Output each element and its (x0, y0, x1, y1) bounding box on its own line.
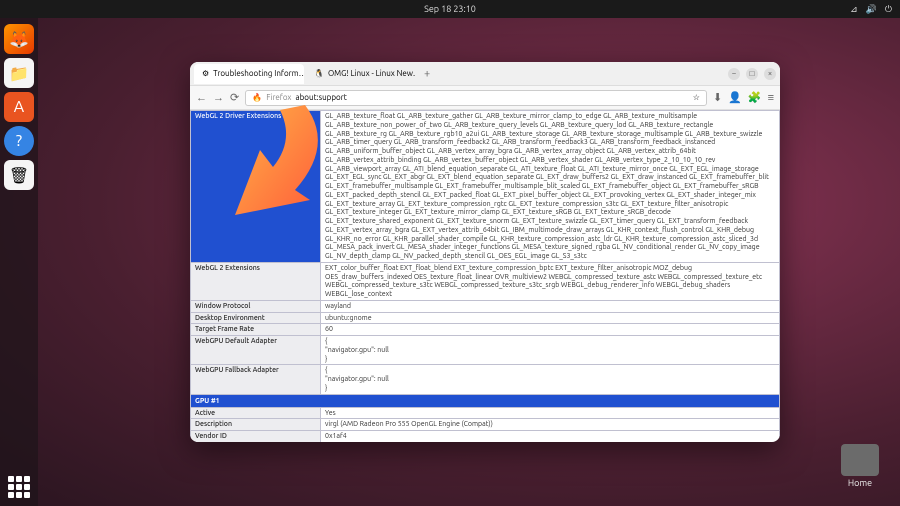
table-row: GPU #1 (191, 394, 780, 407)
row-label: Vendor ID (191, 431, 321, 443)
table-row: WebGL 2 ExtensionsEXT_color_buffer_float… (191, 262, 780, 300)
software-icon: A (14, 98, 24, 116)
row-value: EXT_color_buffer_float EXT_float_blend E… (321, 262, 780, 300)
table-row: WebGL 2 Driver ExtensionsGL_ARB_texture_… (191, 111, 780, 263)
clock: Sep 18 23:10 (424, 4, 476, 14)
row-value: 60 (321, 324, 780, 336)
row-value: Yes (321, 407, 780, 419)
help-icon: ? (16, 132, 22, 150)
row-label: WebGL 2 Driver Extensions (191, 111, 321, 263)
row-label: Window Protocol (191, 300, 321, 312)
volume-icon[interactable]: 🔊 (866, 4, 877, 15)
toolbar: ← → ⟳ 🔥 Firefox about:support ☆ ⬇ 👤 🧩 ≡ (190, 86, 780, 110)
dock-software[interactable]: A (4, 92, 34, 122)
row-value: virgl (AMD Radeon Pro 555 OpenGL Engine … (321, 419, 780, 431)
trash-icon: 🗑 (9, 166, 29, 185)
row-value: 0x1af4 (321, 431, 780, 443)
extensions-icon[interactable]: 🧩 (748, 91, 762, 104)
desktop-home-folder[interactable]: Home (838, 444, 882, 488)
network-icon[interactable]: ⊿ (850, 4, 858, 15)
tab-bar: ⚙ Troubleshooting Inform… × 🐧 OMG! Linux… (190, 62, 780, 86)
row-value: { "navigator.gpu": null } (321, 336, 780, 365)
tab-troubleshooting[interactable]: ⚙ Troubleshooting Inform… × (194, 64, 304, 84)
firefox-window: ⚙ Troubleshooting Inform… × 🐧 OMG! Linux… (190, 62, 780, 442)
dock: 🦊 📁 A ? 🗑 (0, 18, 38, 506)
url-bar[interactable]: 🔥 Firefox about:support ☆ (245, 90, 707, 106)
support-table: WebGL 2 Driver ExtensionsGL_ARB_texture_… (190, 110, 780, 442)
account-icon[interactable]: 👤 (728, 91, 742, 104)
row-value: { "navigator.gpu": null } (321, 365, 780, 394)
tab-favicon: ⚙ (202, 69, 209, 78)
reload-button[interactable]: ⟳ (230, 91, 239, 104)
tab-omglinux[interactable]: 🐧 OMG! Linux - Linux New… × (306, 64, 416, 84)
row-value: ubuntu:gnome (321, 312, 780, 324)
page-content: WebGL 2 Driver ExtensionsGL_ARB_texture_… (190, 110, 780, 442)
gnome-topbar: Sep 18 23:10 ⊿ 🔊 ⏻ (0, 0, 900, 18)
table-row: Target Frame Rate60 (191, 324, 780, 336)
table-row: WebGPU Fallback Adapter{ "navigator.gpu"… (191, 365, 780, 394)
dock-files[interactable]: 📁 (4, 58, 34, 88)
close-button[interactable]: × (764, 68, 776, 80)
row-label: Target Frame Rate (191, 324, 321, 336)
forward-button[interactable]: → (213, 92, 224, 104)
home-label: Home (848, 478, 872, 488)
table-row: Desktop Environmentubuntu:gnome (191, 312, 780, 324)
tab-title: Troubleshooting Inform… (213, 69, 304, 78)
row-label: Desktop Environment (191, 312, 321, 324)
back-button[interactable]: ← (196, 92, 207, 104)
show-applications[interactable] (8, 476, 30, 498)
row-label: Active (191, 407, 321, 419)
firefox-icon: 🦊 (9, 30, 29, 49)
maximize-button[interactable]: □ (746, 68, 758, 80)
menu-icon[interactable]: ≡ (768, 92, 774, 104)
table-row: Vendor ID0x1af4 (191, 431, 780, 443)
new-tab-button[interactable]: + (418, 68, 436, 80)
downloads-icon[interactable]: ⬇ (713, 91, 722, 104)
url-text: about:support (295, 93, 346, 102)
tab-favicon: 🐧 (314, 69, 324, 78)
folder-icon (841, 444, 879, 476)
dock-help[interactable]: ? (4, 126, 34, 156)
row-value: GL_ARB_texture_float GL_ARB_texture_gath… (321, 111, 780, 263)
power-icon[interactable]: ⏻ (885, 4, 892, 15)
row-label: WebGPU Fallback Adapter (191, 365, 321, 394)
minimize-button[interactable]: − (728, 68, 740, 80)
tab-title: OMG! Linux - Linux New… (328, 69, 416, 78)
row-value: wayland (321, 300, 780, 312)
row-label: WebGPU Default Adapter (191, 336, 321, 365)
section-header: GPU #1 (191, 394, 780, 407)
identity-icon: 🔥 (252, 93, 262, 102)
table-row: ActiveYes (191, 407, 780, 419)
table-row: Descriptionvirgl (AMD Radeon Pro 555 Ope… (191, 419, 780, 431)
url-prefix: Firefox (266, 93, 291, 102)
table-row: Window Protocolwayland (191, 300, 780, 312)
files-icon: 📁 (9, 64, 29, 83)
row-label: Description (191, 419, 321, 431)
bookmark-icon[interactable]: ☆ (693, 93, 700, 102)
dock-firefox[interactable]: 🦊 (4, 24, 34, 54)
dock-trash[interactable]: 🗑 (4, 160, 34, 190)
row-label: WebGL 2 Extensions (191, 262, 321, 300)
table-row: WebGPU Default Adapter{ "navigator.gpu":… (191, 336, 780, 365)
